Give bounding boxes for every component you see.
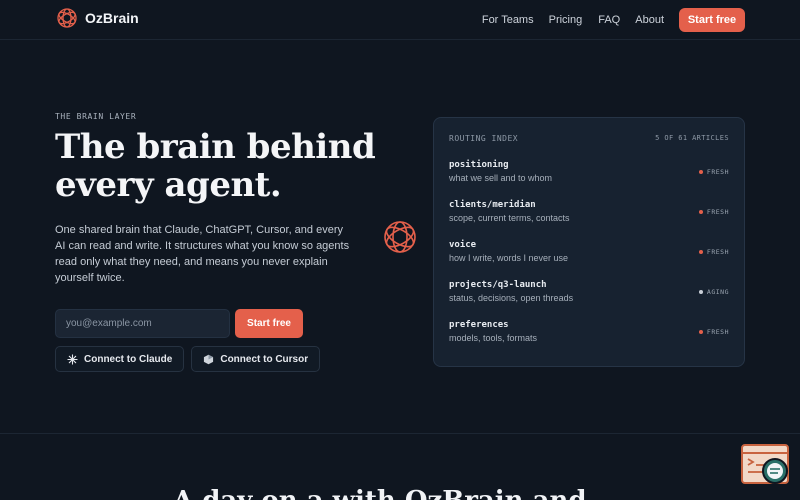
connect-cursor-label: Connect to Cursor xyxy=(220,353,309,365)
status-dot-icon xyxy=(698,250,703,254)
nav-link-about[interactable]: About xyxy=(635,14,664,26)
top-nav: OzBrain For Teams Pricing FAQ About Star… xyxy=(0,0,800,40)
hero-subtitle: One shared brain that Claude, ChatGPT, C… xyxy=(55,224,350,284)
status-dot-icon xyxy=(698,210,703,214)
row-desc: status, decisions, open threads xyxy=(449,293,574,303)
nav-start-free-button[interactable]: Start free xyxy=(679,8,745,32)
connect-claude-label: Connect to Claude xyxy=(84,353,173,365)
routing-row-clients-meridian[interactable]: clients/meridian scope, current terms, c… xyxy=(449,200,729,240)
hero-title: The brain behind every agent. xyxy=(55,127,376,205)
status-dot-icon xyxy=(698,330,703,334)
status-label: FRESH xyxy=(706,168,729,176)
status-badge: FRESH xyxy=(698,168,729,176)
routing-row-projects-q3-launch[interactable]: projects/q3-launch status, decisions, op… xyxy=(449,280,729,320)
hero-eyebrow: THE BRAIN LAYER xyxy=(55,112,137,121)
cursor-icon xyxy=(203,354,214,365)
status-badge: FRESH xyxy=(698,328,729,336)
routing-header: ROUTING INDEX 5 OF 61 ARTICLES xyxy=(449,134,729,143)
nav-link-for-teams[interactable]: For Teams xyxy=(482,14,534,26)
row-desc: what we sell and to whom xyxy=(449,173,553,183)
status-label: FRESH xyxy=(706,208,729,216)
signup-start-free-button[interactable]: Start free xyxy=(235,309,303,338)
row-desc: models, tools, formats xyxy=(449,333,538,343)
claude-icon xyxy=(67,353,78,365)
brand-name: OzBrain xyxy=(85,10,139,26)
chat-widget-icon[interactable] xyxy=(741,444,791,488)
row-desc: scope, current terms, contacts xyxy=(449,213,570,223)
row-name: positioning xyxy=(449,160,509,170)
routing-rows: positioning what we sell and to whom FRE… xyxy=(449,160,729,360)
status-badge: FRESH xyxy=(698,248,729,256)
row-desc: how I write, words I never use xyxy=(449,253,569,263)
brain-orb-icon xyxy=(384,221,416,253)
nav-links: For Teams Pricing FAQ About Start free xyxy=(482,8,745,32)
row-name: clients/meridian xyxy=(449,200,536,210)
status-badge: AGING xyxy=(698,288,729,296)
routing-title: ROUTING INDEX xyxy=(449,134,519,143)
connect-cursor-button[interactable]: Connect to Cursor xyxy=(191,346,321,372)
row-name: projects/q3-launch xyxy=(449,280,547,290)
status-label: FRESH xyxy=(706,328,729,336)
status-dot-icon xyxy=(698,170,703,174)
routing-row-preferences[interactable]: preferences models, tools, formats FRESH xyxy=(449,320,729,360)
ozbrain-logo-icon xyxy=(57,8,77,28)
status-label: FRESH xyxy=(706,248,729,256)
email-input[interactable] xyxy=(55,309,230,338)
row-name: voice xyxy=(449,240,477,250)
nav-link-pricing[interactable]: Pricing xyxy=(549,14,583,26)
routing-row-positioning[interactable]: positioning what we sell and to whom FRE… xyxy=(449,160,729,200)
routing-row-voice[interactable]: voice how I write, words I never use FRE… xyxy=(449,240,729,280)
status-badge: FRESH xyxy=(698,208,729,216)
section-divider xyxy=(0,433,800,434)
row-name: preferences xyxy=(449,320,509,330)
connect-buttons: Connect to Claude Connect to Cursor xyxy=(55,346,321,372)
connect-claude-button[interactable]: Connect to Claude xyxy=(55,346,185,372)
nav-link-faq[interactable]: FAQ xyxy=(598,14,620,26)
routing-index-card: ROUTING INDEX 5 OF 61 ARTICLES positioni… xyxy=(433,117,745,367)
status-label: AGING xyxy=(706,288,729,296)
routing-count: 5 OF 61 ARTICLES xyxy=(655,134,729,142)
section-heading: A day on a with OzBrain and xyxy=(173,486,633,500)
signup-form: Start free xyxy=(55,309,303,338)
status-dot-icon xyxy=(698,290,703,294)
brand[interactable]: OzBrain xyxy=(55,6,139,30)
